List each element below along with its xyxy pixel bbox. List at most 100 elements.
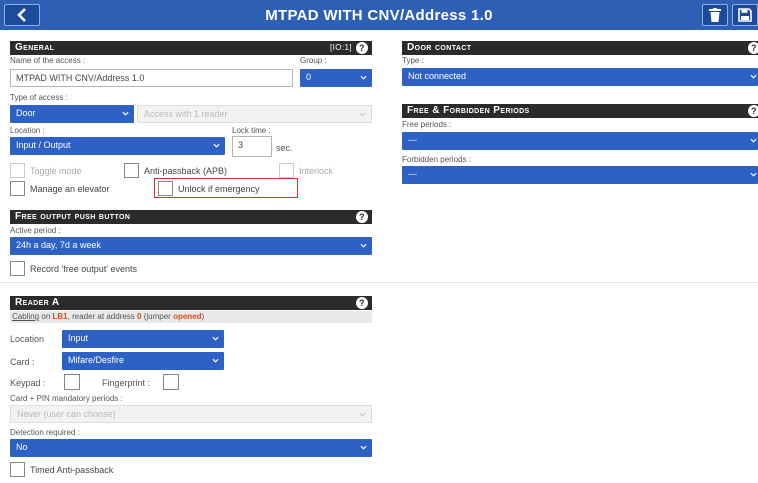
type-value: Door xyxy=(16,108,36,118)
type-select[interactable]: Door xyxy=(10,105,134,123)
checkbox-box[interactable] xyxy=(10,261,25,276)
pin-periods-label: Card + PIN mandatory periods : xyxy=(10,394,123,403)
location-value: Input / Output xyxy=(16,140,71,150)
forbidden-periods-value: --- xyxy=(408,169,417,179)
help-icon[interactable]: ? xyxy=(356,211,368,223)
reader-location-select[interactable]: Input xyxy=(62,330,224,348)
cabling-on: on xyxy=(41,312,51,321)
cabling-address: 0 xyxy=(137,312,142,321)
forbidden-periods-label: Forbidden periods : xyxy=(402,155,471,164)
door-contact-section-header: Door contact ? xyxy=(402,41,758,55)
general-section-header: General [IO:1] ? xyxy=(10,41,372,55)
checkbox-box[interactable] xyxy=(10,163,25,178)
chevron-down-icon xyxy=(212,336,219,341)
anti-passback-label: Anti-passback (APB) xyxy=(144,165,228,176)
active-period-value: 24h a day, 7d a week xyxy=(16,240,101,250)
free-periods-select[interactable]: --- xyxy=(402,132,758,150)
chevron-down-icon xyxy=(360,243,367,248)
anti-passback-checkbox[interactable]: Anti-passback (APB) xyxy=(124,163,227,178)
cabling-end: ) xyxy=(201,312,205,321)
help-icon[interactable]: ? xyxy=(356,42,368,54)
help-icon[interactable]: ? xyxy=(356,297,368,309)
keypad-checkbox[interactable] xyxy=(64,374,80,390)
checkbox-box[interactable] xyxy=(10,181,25,196)
reader-location-label: Location xyxy=(10,334,45,344)
reader-location-value: Input xyxy=(68,333,89,343)
access-name-input[interactable]: MTPAD WITH CNV/Address 1.0 xyxy=(10,69,293,87)
record-events-checkbox[interactable]: Record 'free output' events xyxy=(10,261,137,276)
cabling-jumper: (jumper xyxy=(143,312,171,321)
save-icon xyxy=(738,8,752,22)
interlock-label: Interlock xyxy=(299,165,334,176)
door-type-value: Not connected xyxy=(408,71,467,81)
save-button[interactable] xyxy=(732,4,758,26)
chevron-down-icon xyxy=(360,75,367,80)
cabling-state: opened xyxy=(173,312,202,321)
lock-time-input[interactable]: 3 xyxy=(232,136,272,157)
page-title: MTPAD WITH CNV/Address 1.0 xyxy=(265,7,493,24)
chevron-down-icon xyxy=(212,358,219,363)
active-period-label: Active period : xyxy=(10,226,61,235)
reader-mode-select: Access with 1 reader xyxy=(137,105,372,123)
toggle-mode-checkbox[interactable]: Toggle mode xyxy=(10,163,82,178)
group-label: Group : xyxy=(300,56,327,65)
keypad-label: Keypad : xyxy=(10,378,46,388)
name-label: Name of the access : xyxy=(10,56,86,65)
pin-periods-select: Never (user can choose) xyxy=(10,405,372,423)
unlock-emergency-label: Unlock if emergency xyxy=(178,183,260,194)
fingerprint-label: Fingerprint : xyxy=(102,378,151,388)
group-select[interactable]: 0 xyxy=(300,69,372,87)
timed-apb-checkbox[interactable]: Timed Anti-passback xyxy=(10,462,113,477)
active-period-select[interactable]: 24h a day, 7d a week xyxy=(10,237,372,255)
fingerprint-checkbox[interactable] xyxy=(163,374,179,390)
group-value: 0 xyxy=(306,72,312,82)
reader-mode-value: Access with 1 reader xyxy=(144,109,228,119)
record-events-label: Record 'free output' events xyxy=(30,263,137,274)
lock-time-unit: sec. xyxy=(276,143,293,153)
section-divider xyxy=(0,282,758,283)
door-contact-section-title: Door contact xyxy=(407,42,472,53)
pin-periods-value: Never (user can choose) xyxy=(17,409,116,419)
detection-label: Detection required : xyxy=(10,428,80,437)
checkbox-box[interactable] xyxy=(158,181,173,196)
card-value: Mifare/Desfire xyxy=(68,355,125,365)
help-icon[interactable]: ? xyxy=(748,42,758,54)
periods-section-header: Free & Forbidden Periods ? xyxy=(402,104,758,118)
timed-apb-label: Timed Anti-passback xyxy=(30,464,114,475)
chevron-down-icon xyxy=(750,74,757,79)
free-periods-label: Free periods : xyxy=(402,120,452,129)
door-type-select[interactable]: Not connected xyxy=(402,68,758,86)
chevron-down-icon xyxy=(360,445,367,450)
chevron-down-icon xyxy=(359,412,366,417)
interlock-checkbox[interactable]: Interlock xyxy=(279,163,333,178)
forbidden-periods-select[interactable]: --- xyxy=(402,166,758,184)
location-label: Location : xyxy=(10,126,45,135)
cabling-info: Cabling on LB1, reader at address 0 (jum… xyxy=(10,311,372,323)
cabling-link[interactable]: Cabling xyxy=(12,312,39,321)
chevron-down-icon xyxy=(359,112,366,117)
reader-a-section-title: Reader A xyxy=(15,297,60,308)
lock-time-label: Lock time : xyxy=(232,126,271,135)
cabling-mid: , reader at address xyxy=(67,312,135,321)
help-icon[interactable]: ? xyxy=(748,105,758,117)
toggle-mode-label: Toggle mode xyxy=(30,165,82,176)
manage-elevator-checkbox[interactable]: Manage an elevator xyxy=(10,181,110,196)
chevron-down-icon xyxy=(750,138,757,143)
detection-select[interactable]: No xyxy=(10,439,372,457)
checkbox-box[interactable] xyxy=(124,163,139,178)
free-output-section-header: Free output push button ? xyxy=(10,210,372,224)
trash-icon xyxy=(709,8,721,22)
checkbox-box[interactable] xyxy=(279,163,294,178)
general-section-title: General xyxy=(15,42,55,53)
delete-button[interactable] xyxy=(702,4,728,26)
card-select[interactable]: Mifare/Desfire xyxy=(62,352,224,370)
location-select[interactable]: Input / Output xyxy=(10,137,225,155)
chevron-down-icon xyxy=(213,143,220,148)
card-label: Card : xyxy=(10,357,35,367)
checkbox-box[interactable] xyxy=(10,462,25,477)
manage-elevator-label: Manage an elevator xyxy=(30,183,110,194)
detection-value: No xyxy=(16,442,28,452)
chevron-down-icon xyxy=(750,172,757,177)
unlock-emergency-checkbox[interactable]: Unlock if emergency xyxy=(158,181,260,196)
free-output-section-title: Free output push button xyxy=(15,211,131,222)
